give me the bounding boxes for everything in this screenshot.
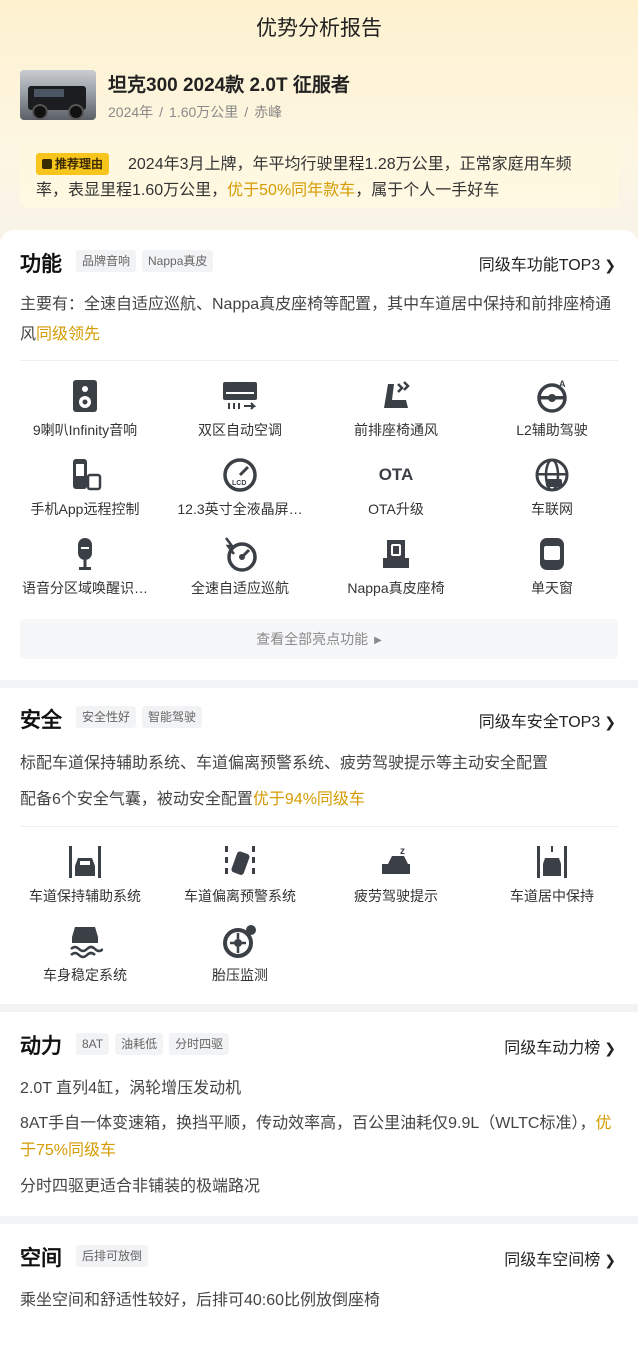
thumbs-up-icon: [42, 159, 52, 169]
car-meta: 2024年/1.60万公里 / 赤峰: [108, 104, 283, 120]
car-year: 2024年: [108, 104, 154, 120]
microphone-icon: [67, 536, 103, 572]
lane-center-icon: [534, 844, 570, 880]
feature-item[interactable]: 手机App远程控制: [5, 457, 165, 519]
recommend-reason-box: 2024年3月上牌，年平均行驶里程1.28万公里，正常家庭用车频率，表显里程1.…: [20, 140, 618, 208]
section-title-power: 动力: [20, 1035, 62, 1058]
car-name: 坦克300 2024款 2.0T 征服者: [108, 75, 350, 96]
tag-chip: Nappa真皮: [142, 250, 214, 272]
chevron-right-icon: ❯: [604, 714, 616, 730]
feature-item[interactable]: 单天窗: [472, 536, 632, 598]
feature-item[interactable]: 车身稳定系统: [5, 923, 165, 985]
feature-item[interactable]: 前排座椅通风: [316, 378, 476, 440]
tag-chip: 油耗低: [115, 1033, 164, 1055]
space-rank-link[interactable]: 同级车空间榜 ❯: [504, 1246, 616, 1270]
safety-description: 标配车道保持辅助系统、车道偏离预警系统、疲劳驾驶提示等主动安全配置 配备6个安全…: [20, 755, 549, 808]
feature-item[interactable]: 车联网: [472, 457, 632, 519]
power-line-engine: 2.0T 直列4缸，涡轮增压发动机: [20, 1080, 242, 1097]
feature-item[interactable]: z 疲劳驾驶提示: [316, 844, 476, 906]
tag-chip: 品牌音响: [76, 250, 137, 272]
leather-seat-icon: [378, 536, 414, 572]
car-thumbnail[interactable]: [20, 70, 96, 120]
tire-pressure-icon: [222, 923, 258, 959]
car-city: 赤峰: [254, 104, 283, 120]
tag-chip: 安全性好: [76, 706, 137, 728]
power-line-4wd: 分时四驱更适合非铺装的极端路况: [20, 1178, 261, 1195]
feature-item[interactable]: 语音分区域唤醒识…: [5, 536, 165, 598]
chevron-right-icon: ❯: [604, 1252, 616, 1268]
feature-item[interactable]: LCD 12.3英寸全液晶屏…: [160, 457, 320, 519]
air-conditioner-icon: [222, 378, 258, 414]
space-description: 乘坐空间和舒适性较好，后排可40:60比例放倒座椅: [20, 1292, 381, 1309]
svg-text:LCD: LCD: [232, 480, 246, 487]
space-section: 空间 后排可放倒 同级车空间榜 ❯ 乘坐空间和舒适性较好，后排可40:60比例放倒…: [0, 1224, 638, 1361]
lcd-gauge-icon: LCD: [222, 457, 258, 493]
function-section: 功能 品牌音响 Nappa真皮 同级车功能TOP3 ❯ 主要有：全速自适应巡航、N…: [0, 230, 638, 680]
tag-chip: 8AT: [76, 1033, 110, 1055]
power-section: 动力 8AT 油耗低 分时四驱 同级车动力榜 ❯ 2.0T 直列4缸，涡轮增压发动…: [0, 1012, 638, 1216]
tag-chip: 智能驾驶: [142, 706, 203, 728]
feature-item[interactable]: 9喇叭Infinity音响: [5, 378, 165, 440]
triangle-right-icon: ▶: [374, 635, 382, 646]
tag-chip: 后排可放倒: [76, 1245, 149, 1267]
safety-section: 安全 安全性好 智能驾驶 同级车安全TOP3 ❯ 标配车道保持辅助系统、车道偏离预…: [0, 688, 638, 1004]
lane-departure-icon: [222, 844, 258, 880]
feature-item[interactable]: 车道保持辅助系统: [5, 844, 165, 906]
page-title: 优势分析报告: [256, 17, 382, 40]
lane-keep-icon: [67, 844, 103, 880]
steering-wheel-icon: A: [534, 378, 570, 414]
power-line-transmission: 8AT手自一体变速箱，换挡平顺，传动效率高，百公里油耗仅9.9L（WLTC标准）…: [20, 1115, 612, 1159]
feature-item[interactable]: 全速自适应巡航: [160, 536, 320, 598]
safety-rank-link[interactable]: 同级车安全TOP3 ❯: [479, 708, 616, 732]
power-rank-link[interactable]: 同级车动力榜 ❯: [504, 1034, 616, 1058]
feature-item[interactable]: 车道居中保持: [472, 844, 632, 906]
chevron-right-icon: ❯: [604, 257, 616, 273]
recommend-reason-text: 2024年3月上牌，年平均行驶里程1.28万公里，正常家庭用车频率，表显里程1.…: [36, 156, 572, 199]
function-description: 主要有：全速自适应巡航、Nappa真皮座椅等配置，其中车道居中保持和前排座椅通风…: [20, 296, 612, 343]
recommend-reason-tag: 推荐理由: [36, 153, 110, 175]
section-title-safety: 安全: [20, 709, 62, 732]
stability-icon: [67, 923, 104, 959]
seat-ventilation-icon: [378, 378, 414, 414]
section-title-function: 功能: [20, 253, 62, 276]
svg-text:z: z: [400, 846, 405, 857]
phone-remote-icon: [67, 457, 103, 493]
tag-chip: 分时四驱: [169, 1033, 230, 1055]
svg-text:A: A: [559, 379, 566, 389]
feature-item[interactable]: 双区自动空调: [160, 378, 320, 440]
feature-item[interactable]: A L2辅助驾驶: [472, 378, 632, 440]
car-mileage: 1.60万公里: [169, 104, 239, 120]
feature-item[interactable]: 胎压监测: [160, 923, 320, 985]
report-header: 优势分析报告 坦克300 2024款 2.0T 征服者 2024年/1.60万公…: [0, 0, 638, 250]
feature-item[interactable]: OTA OTA升级: [316, 457, 476, 519]
sunroof-icon: [534, 536, 570, 572]
cruise-gauge-icon: [222, 536, 258, 572]
fatigue-alert-icon: z: [378, 844, 414, 880]
ota-icon: OTA: [378, 465, 414, 484]
feature-item[interactable]: Nappa真皮座椅: [316, 536, 476, 598]
globe-car-icon: [534, 457, 570, 493]
view-all-features-button[interactable]: 查看全部亮点功能 ▶: [20, 619, 618, 659]
speaker-icon: [67, 378, 103, 414]
section-title-space: 空间: [20, 1247, 62, 1270]
feature-item[interactable]: 车道偏离预警系统: [160, 844, 320, 906]
function-rank-link[interactable]: 同级车功能TOP3 ❯: [479, 251, 616, 275]
chevron-right-icon: ❯: [604, 1040, 616, 1056]
